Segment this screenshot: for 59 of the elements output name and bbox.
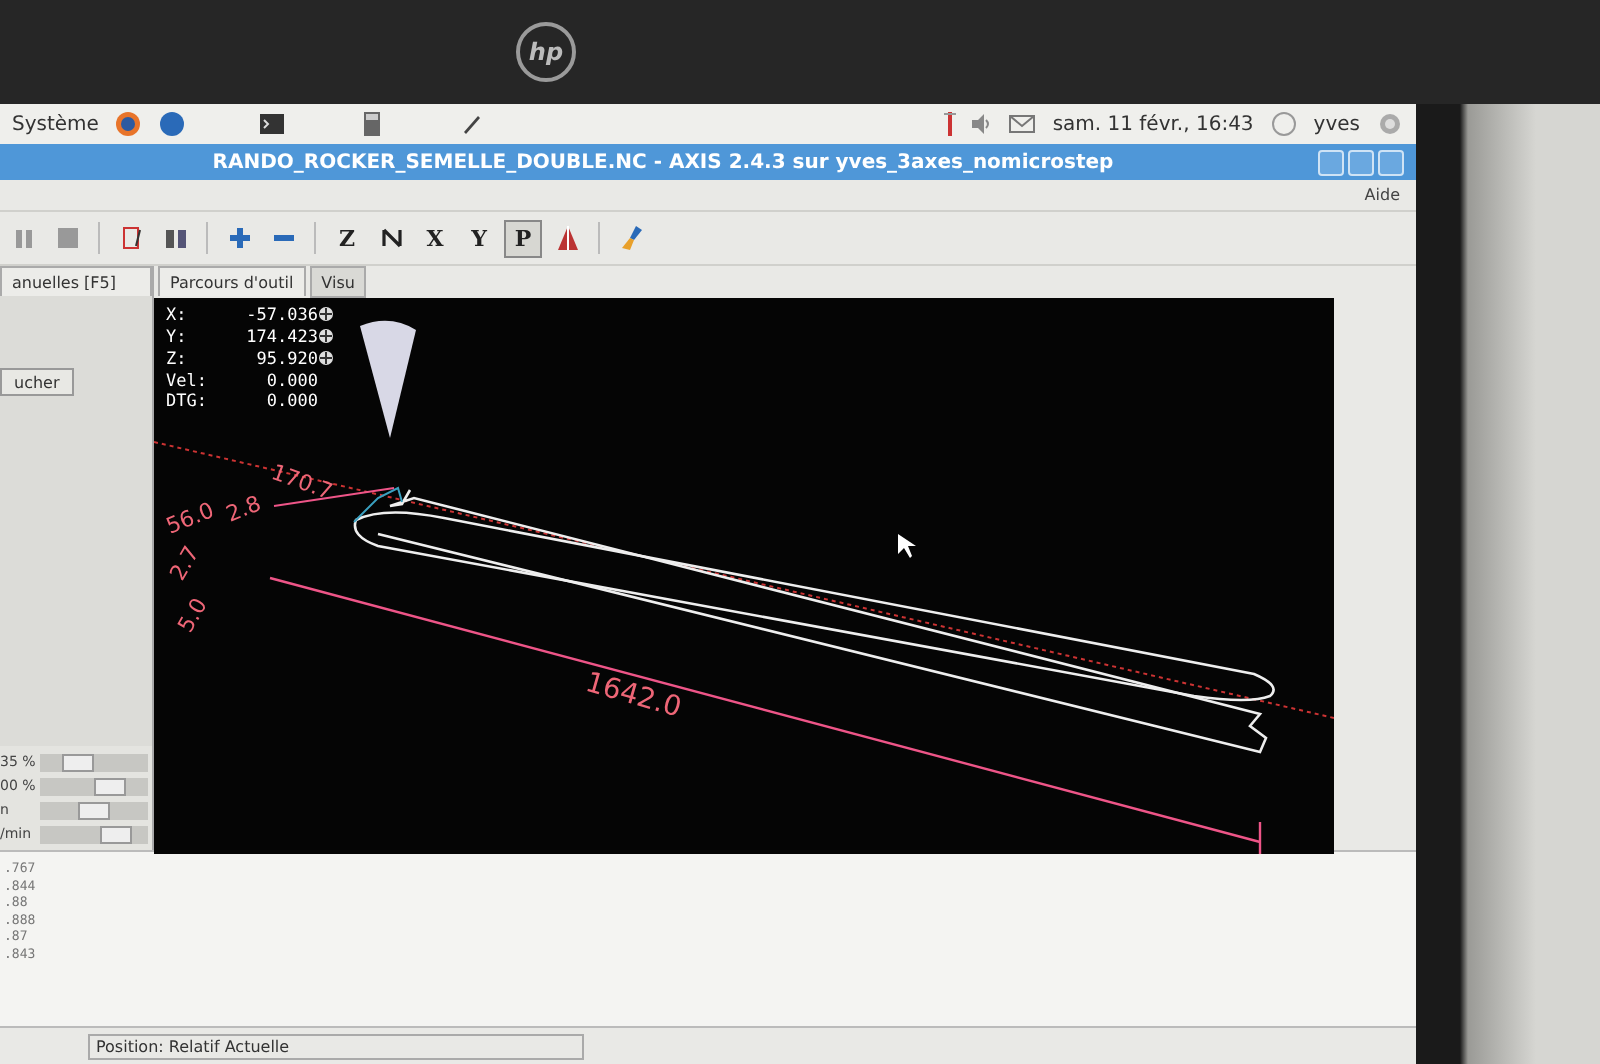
menu-item[interactable]: Aide <box>1364 186 1400 204</box>
axis-label: X: <box>166 306 189 328</box>
mouse-cursor-icon <box>898 534 916 558</box>
view-button[interactable]: X <box>416 219 454 257</box>
user-name[interactable]: yves <box>1313 113 1360 135</box>
slider-thumb[interactable] <box>94 777 127 795</box>
dimension-label: 170.7 <box>267 459 337 506</box>
volume-icon <box>972 112 993 136</box>
dimension-label: 5.0 <box>172 593 213 637</box>
axis-label: DTG: <box>166 392 209 412</box>
window-title: RANDO_ROCKER_SEMELLE_DOUBLE.NC - AXIS 2.4.3 sur yves_3axes_nomicrostep <box>210 151 1116 173</box>
mail-icon <box>1008 110 1037 138</box>
close-button[interactable] <box>1378 149 1404 175</box>
browser-icon <box>114 110 143 138</box>
axis-value: 95.920 <box>254 350 318 372</box>
view-tab[interactable]: Visu <box>309 266 367 298</box>
axis-label: Z: <box>166 350 189 372</box>
cone-icon <box>553 224 581 252</box>
tool-cone-icon <box>360 320 416 438</box>
brush-icon <box>617 224 645 252</box>
stop-icon <box>53 224 81 252</box>
network-icon <box>944 112 957 136</box>
axis-value: 174.423 <box>244 328 318 350</box>
view-button[interactable]: Y <box>460 219 498 257</box>
document-icon <box>117 224 145 252</box>
axis-label: Vel: <box>166 372 209 392</box>
laptop-logo: hp <box>516 22 576 82</box>
panel-button[interactable]: ucher <box>0 368 74 396</box>
panel-tab[interactable]: anuelles [F5] <box>0 266 152 296</box>
dimension-label: 56.0 <box>162 497 218 540</box>
view-button[interactable]: Z <box>328 219 366 257</box>
slider-track[interactable] <box>40 753 148 771</box>
clock[interactable]: sam. 11 févr., 16:43 <box>1052 113 1254 135</box>
axis-value: -57.036 <box>244 306 318 328</box>
dimension-label: 1642.0 <box>581 666 685 725</box>
axis-label: Y: <box>166 328 189 350</box>
user-icon <box>1269 110 1298 138</box>
dimension-label: 2.8 <box>222 490 265 528</box>
terminal-icon <box>258 110 287 138</box>
slider-thumb[interactable] <box>62 753 95 771</box>
system-menu[interactable]: Système <box>12 113 99 135</box>
minimize-button[interactable] <box>1318 149 1344 175</box>
slider-track[interactable] <box>40 825 148 843</box>
axis-value: 0.000 <box>264 392 318 412</box>
view-button[interactable]: P <box>504 219 542 257</box>
power-icon <box>1376 110 1404 138</box>
slider-thumb[interactable] <box>100 825 133 843</box>
dimension-label: 2.7 <box>164 541 205 585</box>
slider-thumb[interactable] <box>78 801 110 819</box>
status-text: Position: Relatif Actuelle <box>88 1033 584 1059</box>
plus-icon <box>225 224 253 252</box>
maximize-button[interactable] <box>1348 149 1374 175</box>
view-tab[interactable]: Parcours d'outil <box>158 266 306 296</box>
rotated-z-icon <box>377 224 405 252</box>
columns-icon <box>161 224 189 252</box>
slider-track[interactable] <box>40 801 148 819</box>
slider-track[interactable] <box>40 777 148 795</box>
help-icon <box>158 110 187 138</box>
axis-value: 0.000 <box>264 372 318 392</box>
